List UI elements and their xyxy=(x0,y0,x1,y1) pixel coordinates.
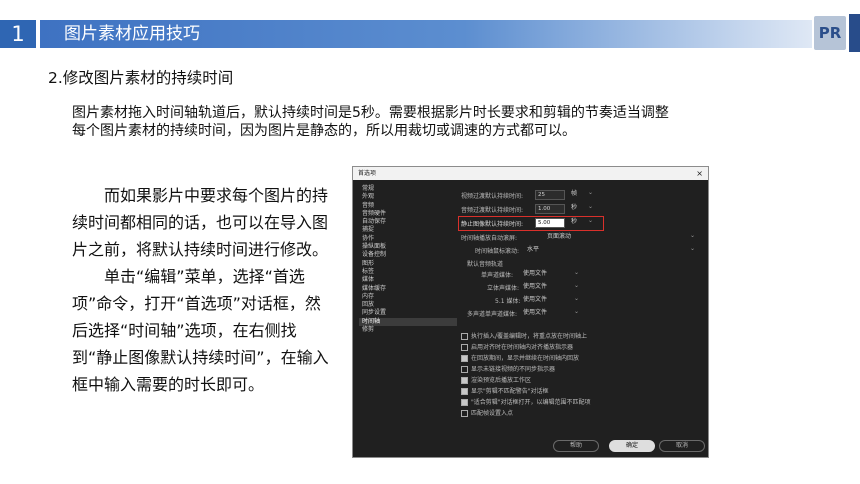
setting-label: 单声道媒体: xyxy=(481,272,514,279)
setting-label: 视频过渡默认持续时间: xyxy=(461,193,524,200)
checkbox-item[interactable]: 执行插入/覆盖编辑时，将重点放在时间轴上 xyxy=(461,331,587,340)
checkbox-checked-icon[interactable] xyxy=(461,377,468,384)
sidebar-item[interactable]: 同步设置 xyxy=(359,309,457,317)
checkbox-checked-icon[interactable] xyxy=(461,388,468,395)
audio-track-section: 默认音频轨道 xyxy=(467,261,504,268)
checkbox-checked-icon[interactable] xyxy=(461,399,468,406)
checkbox-item[interactable]: "适合剪辑"对话框打开，以编辑范围不匹配项 xyxy=(461,397,591,406)
section-number: 1 xyxy=(0,20,36,48)
checkbox-checked-icon[interactable] xyxy=(461,355,468,362)
preferences-dialog: 首选项 × 常规 外观 音频 音频硬件 自动保存 捕捉 协作 操纵面板 设备控制… xyxy=(352,166,709,458)
dialog-title: 首选项 xyxy=(358,170,377,177)
body-paragraph: 而如果影片中要求每个图片的持续时间都相同的话，也可以在导入图片之前，将默认持续时… xyxy=(72,186,329,259)
surround-dropdown[interactable]: 使用文件 xyxy=(523,294,581,304)
checkbox-item[interactable]: 在回放期间，显示并继续在时间轴内回放 xyxy=(461,353,579,362)
setting-label: 时间轴播放自动滚屏: xyxy=(461,235,518,242)
setting-label: 立体声媒体: xyxy=(487,285,520,292)
checkbox-icon[interactable] xyxy=(461,410,468,417)
sidebar-item[interactable]: 设备控制 xyxy=(359,251,457,259)
ok-button[interactable]: 确定 xyxy=(609,440,655,452)
premiere-logo-icon: PR xyxy=(814,16,846,50)
sidebar-item[interactable]: 协作 xyxy=(359,235,457,243)
sidebar-item[interactable]: 外观 xyxy=(359,193,457,201)
sidebar-item[interactable]: 图形 xyxy=(359,260,457,268)
mono-dropdown[interactable]: 使用文件 xyxy=(523,268,581,278)
video-transition-input[interactable]: 25 xyxy=(535,190,565,200)
stereo-dropdown[interactable]: 使用文件 xyxy=(523,281,581,291)
checkbox-item[interactable]: 显示"剪辑不匹配警告"对话框 xyxy=(461,386,549,395)
mousewheel-dropdown[interactable]: 水平 xyxy=(527,244,697,254)
intro-line: 图片素材拖入时间轴轨道后，默认持续时间是5秒。需要根据影片时长要求和剪辑的节奏适… xyxy=(72,105,669,121)
intro-line: 每个图片素材的持续时间，因为图片是静态的，所以用裁切或调速的方式都可以。 xyxy=(72,123,576,139)
setting-label: 时间轴鼠标滚动: xyxy=(475,248,520,255)
sidebar-item-timeline[interactable]: 时间轴 xyxy=(359,317,457,327)
checkbox-item[interactable]: 渲染预览后播放工作区 xyxy=(461,375,531,384)
checkbox-icon[interactable] xyxy=(461,344,468,351)
setting-label: 5.1 媒体: xyxy=(495,298,521,305)
scroll-dropdown[interactable]: 页面滚动 xyxy=(547,231,697,241)
cancel-button[interactable]: 取消 xyxy=(659,440,705,452)
checkbox-icon[interactable] xyxy=(461,366,468,373)
checkbox-item[interactable]: 显示未链接视频的不同步指示器 xyxy=(461,364,555,373)
setting-label: 多声道单声道媒体: xyxy=(467,311,518,318)
logo-accent xyxy=(849,14,860,52)
setting-label: 音频过渡默认持续时间: xyxy=(461,207,524,214)
close-icon[interactable]: × xyxy=(696,167,703,180)
checkbox-item[interactable]: 匹配帧设置入点 xyxy=(461,408,513,417)
dialog-titlebar: 首选项 × xyxy=(353,167,708,180)
sidebar-item[interactable]: 媒体缓存 xyxy=(359,285,457,293)
body-text: 而如果影片中要求每个图片的持续时间都相同的话，也可以在导入图片之前，将默认持续时… xyxy=(72,182,334,398)
preferences-sidebar: 常规 外观 音频 音频硬件 自动保存 捕捉 协作 操纵面板 设备控制 图形 标签… xyxy=(359,185,457,334)
multi-dropdown[interactable]: 使用文件 xyxy=(523,307,581,317)
highlight-box xyxy=(458,216,604,231)
audio-transition-input[interactable]: 1.00 xyxy=(535,204,565,214)
video-transition-unit[interactable]: 帧 xyxy=(571,188,595,198)
sidebar-item[interactable]: 音频硬件 xyxy=(359,210,457,218)
checkbox-icon[interactable] xyxy=(461,333,468,340)
help-button[interactable]: 帮助 xyxy=(553,440,599,452)
sidebar-item[interactable]: 修剪 xyxy=(359,326,457,334)
checkbox-item[interactable]: 启用对齐时在时间轴内对齐播放指示器 xyxy=(461,342,573,351)
sidebar-item[interactable]: 捕捉 xyxy=(359,226,457,234)
body-paragraph: 单击“编辑”菜单，选择“首选项”命令，打开“首选项”对话框，然后选择“时间轴”选… xyxy=(72,267,329,394)
sidebar-item[interactable]: 内存 xyxy=(359,293,457,301)
sidebar-item[interactable]: 音频 xyxy=(359,202,457,210)
section-subtitle: 2.修改图片素材的持续时间 xyxy=(48,69,234,87)
intro-paragraph: 图片素材拖入时间轴轨道后，默认持续时间是5秒。需要根据影片时长要求和剪辑的节奏适… xyxy=(72,104,832,140)
sidebar-item[interactable]: 媒体 xyxy=(359,276,457,284)
page-title: 图片素材应用技巧 xyxy=(64,24,200,44)
audio-transition-unit[interactable]: 秒 xyxy=(571,202,595,212)
